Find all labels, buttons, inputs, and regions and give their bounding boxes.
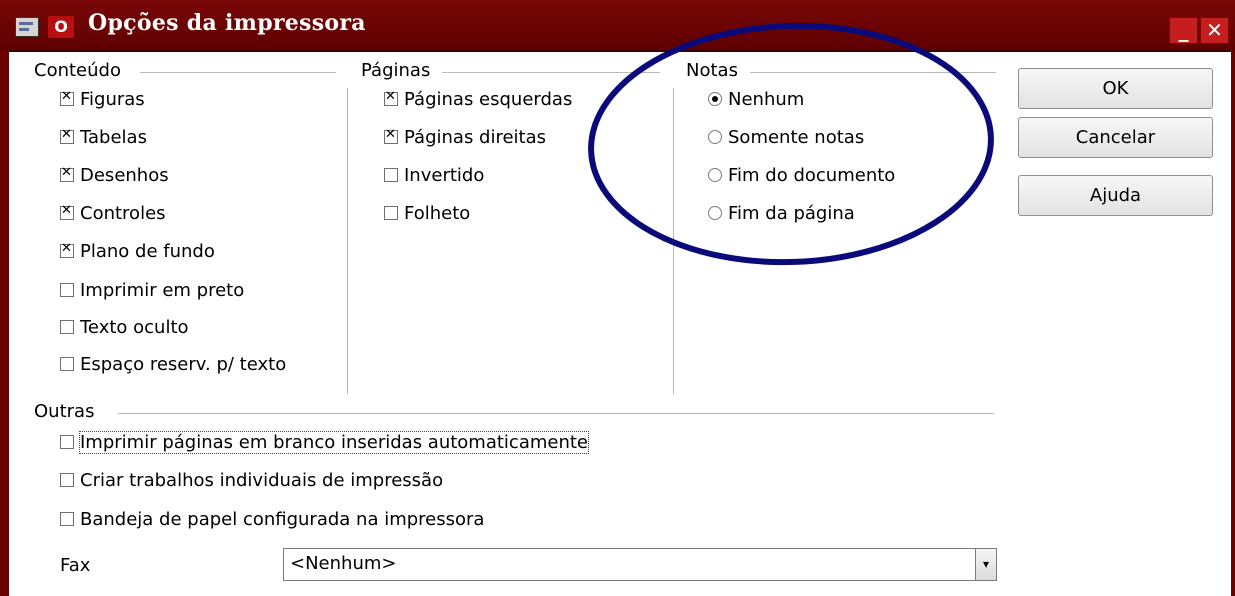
radio-label: Fim da página	[728, 202, 855, 224]
checkbox-label: Texto oculto	[80, 316, 189, 338]
chevron-down-icon[interactable]: ▾	[975, 549, 996, 580]
checkbox-box[interactable]	[60, 203, 74, 220]
checkbox-texto-oculto[interactable]: Texto oculto	[60, 315, 189, 339]
checkbox-desenhos[interactable]: Desenhos	[60, 163, 169, 187]
fax-label-text: Fax	[60, 554, 91, 576]
fax-label: Fax	[60, 553, 90, 577]
checkbox-label: Páginas esquerdas	[404, 88, 573, 110]
notas-divider	[750, 72, 996, 73]
window-border-left	[0, 50, 9, 596]
group-label-notas: Notas	[686, 60, 744, 81]
checkbox-label: Controles	[80, 202, 166, 224]
ok-button[interactable]: OK	[1018, 68, 1213, 109]
checkbox-box[interactable]	[60, 435, 74, 449]
checkbox-box[interactable]	[60, 241, 74, 258]
checkbox-box[interactable]	[384, 89, 398, 106]
checkbox-label: Tabelas	[80, 126, 147, 148]
radio-label: Fim do documento	[728, 164, 896, 186]
group-label-outras: Outras	[34, 401, 101, 422]
checkbox-label: Desenhos	[80, 164, 169, 186]
checkbox-label: Imprimir páginas em branco inseridas aut…	[79, 430, 589, 454]
radio-circle[interactable]	[708, 206, 722, 220]
checkbox-folheto[interactable]: Folheto	[384, 201, 470, 225]
window-title: Opções da impressora	[88, 10, 366, 36]
radio-fim-da-pagina[interactable]: Fim da página	[708, 201, 855, 225]
checkbox-label: Folheto	[404, 202, 471, 224]
fax-select-value: <Nenhum>	[290, 553, 397, 574]
checkbox-box[interactable]	[60, 512, 74, 526]
radio-nenhum[interactable]: Nenhum	[708, 87, 804, 111]
checkbox-box[interactable]	[60, 89, 74, 106]
cancel-button[interactable]: Cancelar	[1018, 117, 1213, 158]
checkbox-espaco-reserv[interactable]: Espaço reserv. p/ texto	[60, 352, 286, 376]
group-label-paginas: Páginas	[361, 60, 437, 81]
checkbox-label: Figuras	[80, 88, 145, 110]
checkbox-invertido[interactable]: Invertido	[384, 163, 484, 187]
conteudo-divider	[140, 72, 336, 73]
outras-divider	[118, 413, 994, 414]
checkbox-box[interactable]	[60, 165, 74, 182]
checkbox-label: Invertido	[404, 164, 485, 186]
checkbox-box[interactable]	[60, 357, 74, 371]
checkbox-label: Imprimir em preto	[80, 279, 245, 301]
checkbox-tabelas[interactable]: Tabelas	[60, 125, 147, 149]
fax-select[interactable]: <Nenhum> ▾	[283, 548, 997, 581]
checkbox-paginas-direitas[interactable]: Páginas direitas	[384, 125, 546, 149]
radio-fim-do-documento[interactable]: Fim do documento	[708, 163, 895, 187]
checkbox-label: Bandeja de papel configurada na impresso…	[80, 508, 485, 530]
checkbox-box[interactable]	[384, 206, 398, 220]
checkbox-box[interactable]	[384, 127, 398, 144]
title-bar[interactable]: O Opções da impressora _ ✕	[0, 0, 1235, 52]
checkbox-figuras[interactable]: Figuras	[60, 87, 145, 111]
radio-label: Somente notas	[728, 126, 865, 148]
minimize-button[interactable]: _	[1169, 17, 1198, 44]
column-separator	[347, 88, 348, 394]
checkbox-label: Criar trabalhos individuais de impressão	[80, 469, 444, 491]
app-icon: O	[48, 16, 74, 38]
checkbox-label: Páginas direitas	[404, 126, 547, 148]
checkbox-box[interactable]	[60, 473, 74, 487]
checkbox-label: Plano de fundo	[80, 240, 215, 262]
window-border-right	[1231, 50, 1235, 596]
print-options-dialog: O Opções da impressora _ ✕ Conteúdo Figu…	[0, 0, 1235, 596]
checkbox-box[interactable]	[60, 283, 74, 297]
close-button[interactable]: ✕	[1200, 17, 1229, 44]
checkbox-box[interactable]	[60, 127, 74, 144]
radio-circle[interactable]	[708, 168, 722, 182]
window-menu-icon[interactable]	[15, 17, 39, 37]
checkbox-imprimir-paginas-em-branco[interactable]: Imprimir páginas em branco inseridas aut…	[60, 430, 589, 454]
checkbox-plano-de-fundo[interactable]: Plano de fundo	[60, 239, 215, 263]
paginas-divider	[442, 72, 660, 73]
checkbox-bandeja-de-papel[interactable]: Bandeja de papel configurada na impresso…	[60, 507, 484, 531]
checkbox-box[interactable]	[384, 168, 398, 182]
help-button[interactable]: Ajuda	[1018, 175, 1213, 216]
checkbox-criar-trabalhos-individuais[interactable]: Criar trabalhos individuais de impressão	[60, 468, 443, 492]
radio-label: Nenhum	[728, 88, 805, 110]
radio-circle[interactable]	[708, 130, 722, 144]
radio-somente-notas[interactable]: Somente notas	[708, 125, 864, 149]
radio-circle[interactable]	[708, 92, 722, 106]
column-separator	[673, 88, 674, 394]
checkbox-imprimir-em-preto[interactable]: Imprimir em preto	[60, 278, 244, 302]
checkbox-paginas-esquerdas[interactable]: Páginas esquerdas	[384, 87, 572, 111]
checkbox-box[interactable]	[60, 320, 74, 334]
checkbox-controles[interactable]: Controles	[60, 201, 166, 225]
checkbox-label: Espaço reserv. p/ texto	[80, 353, 287, 375]
group-label-conteudo: Conteúdo	[34, 60, 127, 81]
